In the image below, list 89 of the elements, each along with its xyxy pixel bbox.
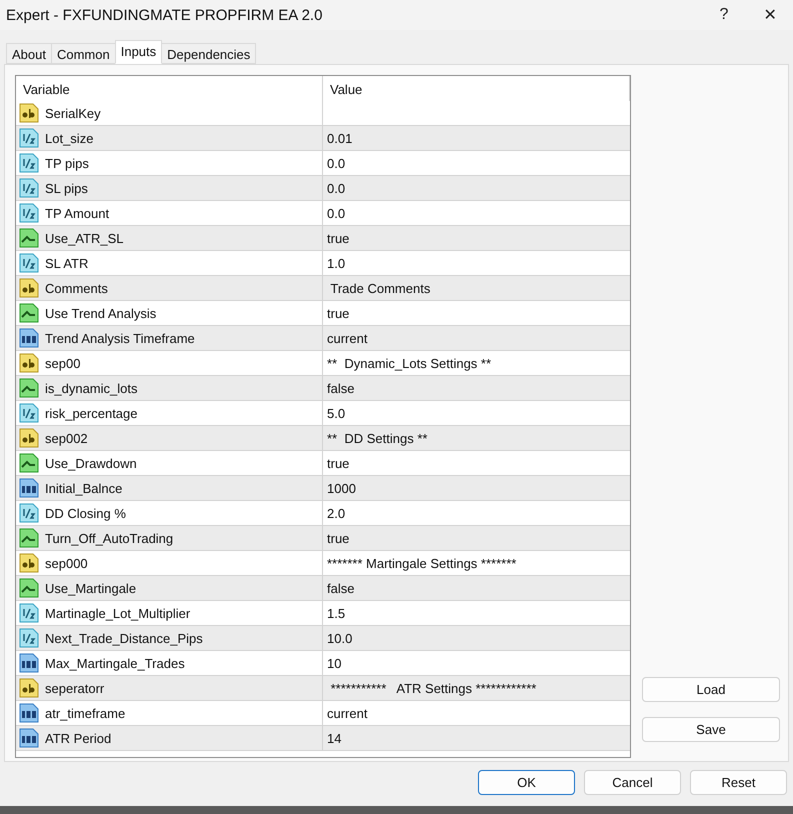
value-cell[interactable]: true — [323, 226, 630, 250]
fraction-icon — [19, 203, 39, 223]
toggle-icon — [19, 378, 39, 398]
value-cell[interactable]: 14 — [323, 726, 630, 750]
fraction-icon — [19, 503, 39, 523]
number-icon — [19, 478, 39, 498]
dialog-button[interactable]: Reset — [690, 770, 787, 795]
value-cell[interactable]: 1000 — [323, 476, 630, 500]
variable-name: Trend Analysis Timeframe — [45, 330, 195, 346]
variable-name: SerialKey — [45, 106, 101, 120]
number-icon — [19, 653, 39, 673]
value-cell[interactable]: ** DD Settings ** — [323, 426, 630, 450]
toggle-icon — [19, 303, 39, 323]
variable-name: TP pips — [45, 156, 89, 170]
variable-name: TP Amount — [45, 206, 110, 220]
variable-name: SL pips — [45, 180, 88, 196]
value-cell[interactable]: current — [323, 701, 630, 725]
value-cell[interactable]: Trade Comments — [323, 276, 630, 300]
text-type-icon — [19, 678, 39, 698]
text-type-icon — [19, 103, 39, 123]
variable-name: sep00 — [45, 356, 80, 370]
toggle-icon — [19, 453, 39, 473]
variable-name: Use Trend Analysis — [45, 306, 156, 320]
value-cell[interactable]: 0.0 — [323, 201, 630, 225]
value-cell[interactable]: 1.0 — [323, 251, 630, 275]
value-cell[interactable]: 1.5 — [323, 601, 630, 625]
value-cell[interactable]: 10.0 — [323, 626, 630, 650]
value-cell[interactable]: true — [323, 451, 630, 475]
value-cell[interactable]: 0.0 — [323, 176, 630, 200]
tab[interactable]: Inputs — [114, 40, 162, 64]
variable-name: Use_ATR_SL — [45, 230, 124, 246]
tab[interactable]: Dependencies — [161, 43, 256, 64]
fraction-icon — [19, 253, 39, 273]
fraction-icon — [19, 178, 39, 198]
text-type-icon — [19, 428, 39, 448]
value-cell[interactable]: false — [323, 576, 630, 600]
value-cell[interactable]: 2.0 — [323, 501, 630, 525]
variable-name: Use_Drawdown — [45, 456, 137, 470]
variable-name: sep000 — [45, 556, 88, 570]
variable-name: Turn_Off_AutoTrading — [45, 530, 174, 546]
variable-name: Initial_Balnce — [45, 480, 122, 496]
window-title: Expert - FXFUNDINGMATE PROPFIRM EA 2.0 — [5, 6, 324, 24]
variable-name: DD Closing % — [45, 506, 126, 520]
fraction-icon — [19, 403, 39, 423]
text-type-icon — [19, 278, 39, 298]
value-cell[interactable]: false — [323, 376, 630, 400]
variable-name: seperatorr — [45, 680, 104, 696]
value-cell[interactable]: 0.0 — [323, 151, 630, 175]
value-cell[interactable]: current — [323, 326, 630, 350]
value-cell[interactable]: ******* Martingale Settings ******* — [323, 551, 630, 575]
variable-name: SL ATR — [45, 256, 88, 270]
value-cell[interactable]: 0.01 — [323, 126, 630, 150]
tab[interactable]: About — [6, 43, 52, 64]
fraction-icon — [19, 153, 39, 173]
value-cell[interactable]: 10 — [323, 651, 630, 675]
tab[interactable]: Common — [50, 43, 116, 64]
value-cell[interactable]: true — [323, 526, 630, 550]
fraction-icon — [19, 128, 39, 148]
dialog-button[interactable]: Cancel — [584, 770, 681, 795]
fraction-icon — [19, 603, 39, 623]
text-type-icon — [19, 353, 39, 373]
help-button[interactable]: ? — [701, 0, 747, 30]
toggle-icon — [19, 578, 39, 598]
variable-name: Max_Martingale_Trades — [45, 656, 185, 670]
number-icon — [19, 328, 39, 348]
value-cell[interactable]: ** Dynamic_Lots Settings ** — [323, 351, 630, 375]
variable-name: Next_Trade_Distance_Pips — [45, 630, 203, 646]
variable-name: Comments — [45, 280, 108, 296]
value-cell[interactable]: 5.0 — [323, 401, 630, 425]
toggle-icon — [19, 528, 39, 548]
number-icon — [19, 703, 39, 723]
variable-name: atr_timeframe — [45, 706, 126, 720]
variable-name: risk_percentage — [45, 406, 138, 420]
dialog-button[interactable]: OK — [478, 770, 575, 795]
variable-name: Use_Martingale — [45, 580, 136, 596]
variable-name: Martinagle_Lot_Multiplier — [45, 606, 190, 620]
variable-name: Lot_size — [45, 130, 94, 146]
value-cell[interactable]: true — [323, 301, 630, 325]
save-button[interactable]: Save — [642, 717, 780, 742]
text-type-icon — [19, 553, 39, 573]
load-button[interactable]: Load — [642, 677, 780, 702]
close-button[interactable]: ✕ — [747, 0, 793, 30]
fraction-icon — [19, 628, 39, 648]
number-icon — [19, 728, 39, 748]
variable-name: is_dynamic_lots — [45, 380, 138, 396]
variable-name: sep002 — [45, 430, 88, 446]
value-cell[interactable]: *********** ATR Settings ************ — [323, 676, 630, 700]
toggle-icon — [19, 228, 39, 248]
variable-name: ATR Period — [45, 730, 112, 746]
